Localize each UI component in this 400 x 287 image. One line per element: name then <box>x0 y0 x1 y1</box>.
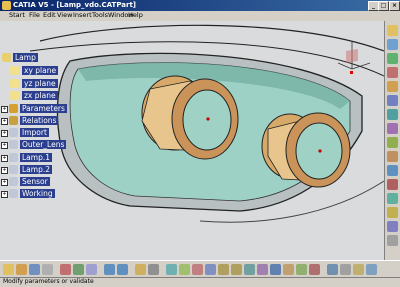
pan-icon[interactable] <box>192 264 203 275</box>
menu-file[interactable]: File <box>29 11 40 19</box>
plane-tool-icon[interactable] <box>387 67 398 78</box>
zoom-in-icon[interactable] <box>218 264 229 275</box>
loft-icon[interactable] <box>387 137 398 148</box>
expand-icon[interactable]: + <box>1 167 8 174</box>
expand-icon[interactable]: + <box>1 118 8 125</box>
geometrical-set-icon <box>9 153 18 162</box>
normal-view-icon[interactable] <box>244 264 255 275</box>
window-title: CATIA V5 - [Lamp_vdo.CATPart] <box>13 1 136 9</box>
cut-icon[interactable] <box>60 264 71 275</box>
tree-item-lamp-1[interactable]: + Lamp.1 <box>1 153 71 162</box>
lamp-center-1 <box>206 117 210 121</box>
copy-icon[interactable] <box>73 264 84 275</box>
trim-icon[interactable] <box>387 193 398 204</box>
knowledge-icon[interactable] <box>148 264 159 275</box>
fly-mode-icon[interactable] <box>166 264 177 275</box>
tree-item-zx-plane[interactable]: zx plane <box>10 91 70 100</box>
menu-view[interactable]: View <box>57 11 72 19</box>
print-icon[interactable] <box>42 264 53 275</box>
expand-icon[interactable]: + <box>1 142 8 149</box>
bottom-toolbar <box>0 260 400 278</box>
geometrical-set-icon <box>9 177 18 186</box>
right-toolbar <box>384 21 400 260</box>
save-icon[interactable] <box>29 264 40 275</box>
formula-icon[interactable] <box>135 264 146 275</box>
translate-icon[interactable] <box>387 221 398 232</box>
geometrical-set-icon <box>9 189 18 198</box>
open-icon[interactable] <box>16 264 27 275</box>
measure-icon[interactable] <box>327 264 338 275</box>
iso-view-icon[interactable] <box>270 264 281 275</box>
swap-space-icon[interactable] <box>309 264 320 275</box>
tree-item-outer-lens[interactable]: + Outer_Lens <box>1 140 71 149</box>
zoom-out-icon[interactable] <box>231 264 242 275</box>
split-icon[interactable] <box>387 179 398 190</box>
extract-icon[interactable] <box>387 235 398 246</box>
catia-app-icon <box>2 1 11 10</box>
relations-icon <box>9 116 18 125</box>
redo-icon[interactable] <box>117 264 128 275</box>
menu-tools[interactable]: Tools <box>92 11 108 19</box>
title-bar: CATIA V5 - [Lamp_vdo.CATPart] _ □ × <box>0 0 400 11</box>
tree-item-xy-plane[interactable]: xy plane <box>10 66 70 75</box>
point-icon[interactable] <box>387 39 398 50</box>
menu-start[interactable]: Start <box>9 11 25 19</box>
tree-item-yz-plane[interactable]: yz plane <box>10 79 70 88</box>
tree-item-parameters[interactable]: + Parameters <box>1 104 71 113</box>
undo-icon[interactable] <box>104 264 115 275</box>
fill-icon[interactable] <box>387 123 398 134</box>
tree-item-relations[interactable]: + Relations <box>1 116 71 125</box>
shading-icon[interactable] <box>283 264 294 275</box>
3d-viewport[interactable]: Lamp xy plane yz plane zx plane + Parame… <box>0 21 384 260</box>
join-icon[interactable] <box>387 165 398 176</box>
fit-all-icon[interactable] <box>179 264 190 275</box>
revolve-icon[interactable] <box>387 95 398 106</box>
plane-icon <box>10 79 19 88</box>
menu-insert[interactable]: Insert <box>73 11 92 19</box>
plane-icon <box>10 66 19 75</box>
menu-edit[interactable]: Edit <box>43 11 56 19</box>
tree-item-lamp-2[interactable]: + Lamp.2 <box>1 165 71 174</box>
parameters-icon <box>9 104 18 113</box>
line-icon[interactable] <box>387 53 398 64</box>
extrude-icon[interactable] <box>387 81 398 92</box>
status-text: Modify parameters or validate <box>3 278 94 285</box>
sketcher-icon[interactable] <box>387 25 398 36</box>
import-icon <box>9 128 18 137</box>
tree-root[interactable]: Lamp <box>2 53 42 62</box>
lamp-center-2 <box>318 149 322 153</box>
expand-icon[interactable]: + <box>1 155 8 162</box>
plane-icon <box>10 91 19 100</box>
maximize-button[interactable]: □ <box>378 1 389 11</box>
geometrical-set-icon <box>9 140 18 149</box>
fillet-icon[interactable] <box>387 207 398 218</box>
tree-item-working[interactable]: + Working <box>1 189 71 198</box>
menu-bar: Start File Edit View Insert Tools Window… <box>0 11 400 20</box>
sweep-icon[interactable] <box>387 109 398 120</box>
part-icon <box>2 53 11 62</box>
geometrical-set-icon <box>9 165 18 174</box>
new-icon[interactable] <box>3 264 14 275</box>
expand-icon[interactable]: + <box>1 106 8 113</box>
apply-material-icon[interactable] <box>353 264 364 275</box>
hide-show-icon[interactable] <box>296 264 307 275</box>
tree-item-import[interactable]: + Import <box>1 128 71 137</box>
multi-view-icon[interactable] <box>257 264 268 275</box>
expand-icon[interactable]: + <box>1 179 8 186</box>
analysis-icon[interactable] <box>340 264 351 275</box>
expand-icon[interactable]: + <box>1 130 8 137</box>
expand-icon[interactable]: + <box>1 191 8 198</box>
offset-icon[interactable] <box>387 151 398 162</box>
close-button[interactable]: × <box>389 1 400 11</box>
menu-help[interactable]: Help <box>128 11 143 19</box>
selection-icon[interactable] <box>366 264 377 275</box>
paste-icon[interactable] <box>86 264 97 275</box>
rotate-icon[interactable] <box>205 264 216 275</box>
tree-item-sensor[interactable]: + Sensor <box>1 177 71 186</box>
